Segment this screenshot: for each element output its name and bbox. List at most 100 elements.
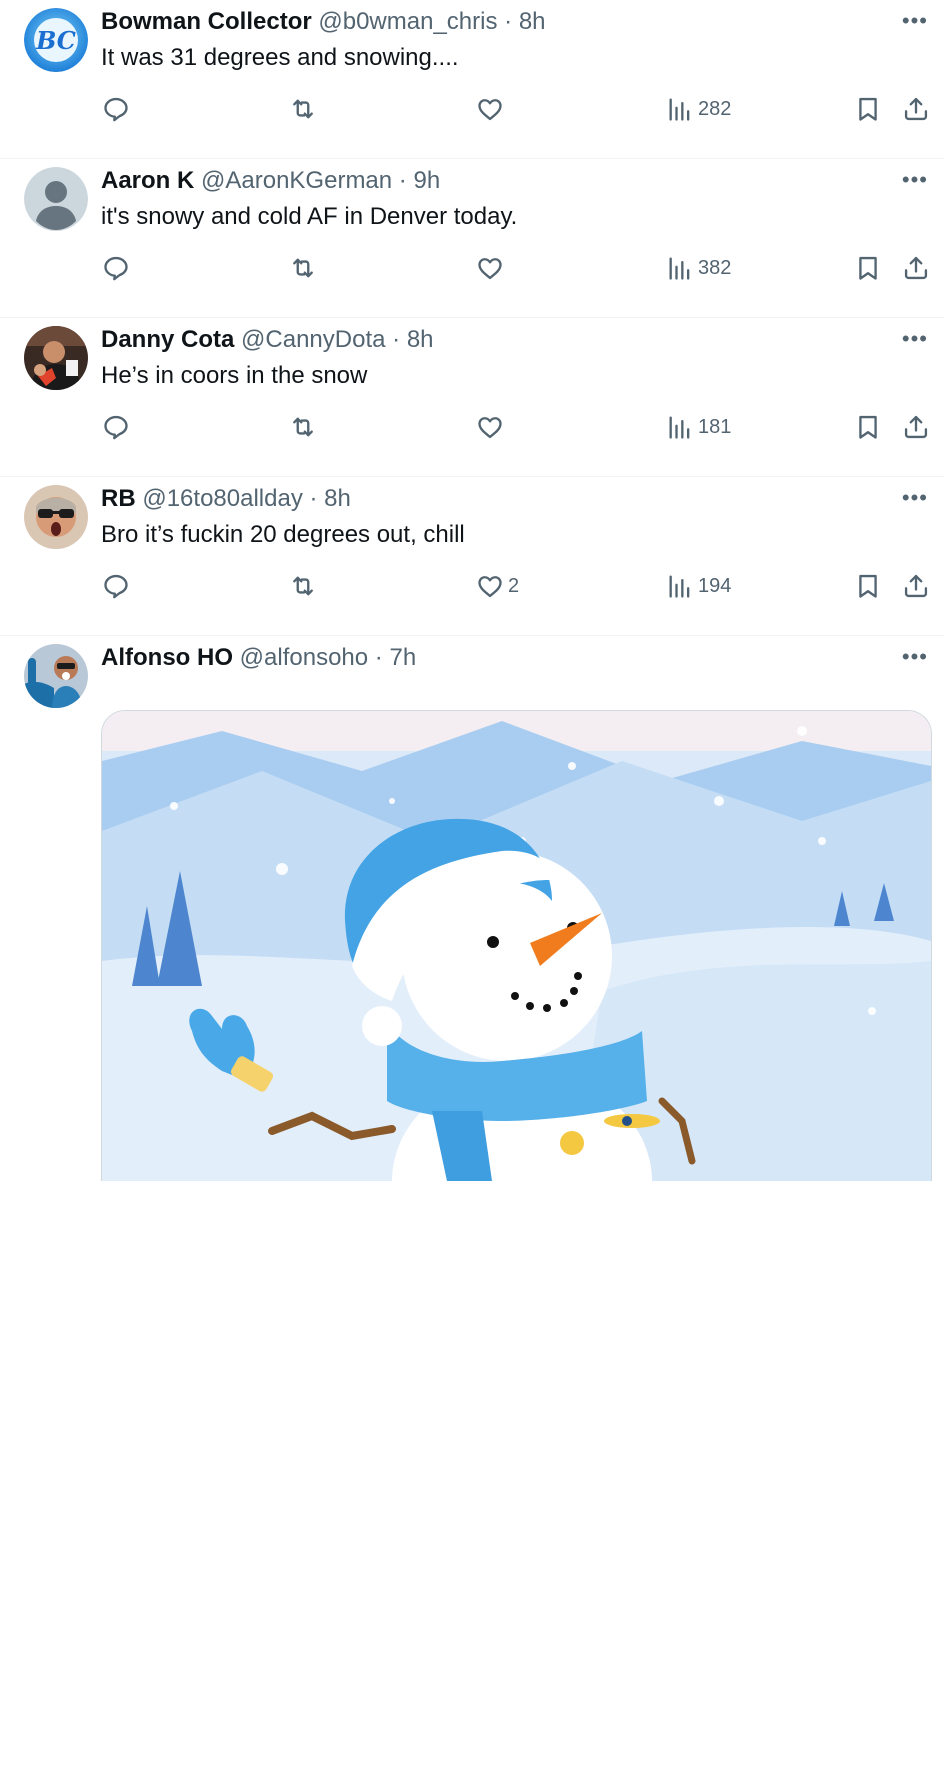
user-handle[interactable]: @AaronKGerman (201, 167, 392, 194)
more-icon[interactable]: ••• (902, 165, 928, 195)
view-count: 282 (698, 97, 732, 120)
tweet-text: Bro it’s fuckin 20 degrees out, chill (101, 521, 465, 548)
share-icon (904, 97, 928, 121)
separator-dot: · (309, 485, 318, 512)
timestamp[interactable]: 7h (389, 644, 416, 671)
tweet[interactable]: Danny Cota @CannyDota · 8h ••• He’s in c… (0, 318, 944, 477)
avatar[interactable] (24, 167, 88, 231)
display-name[interactable]: Aaron K (101, 167, 194, 194)
like-icon (478, 576, 502, 598)
views-icon (669, 257, 690, 280)
bookmark-button[interactable] (854, 559, 882, 613)
retweet-icon (293, 576, 313, 596)
like-icon (478, 258, 502, 280)
more-icon[interactable]: ••• (902, 6, 928, 36)
reply-button[interactable] (102, 400, 130, 454)
reply-icon (104, 415, 128, 440)
view-count: 181 (698, 415, 732, 438)
like-button[interactable] (476, 82, 508, 136)
like-button[interactable] (476, 400, 508, 454)
share-icon (904, 574, 928, 598)
display-name[interactable]: Danny Cota (101, 326, 234, 353)
separator-dot: · (398, 167, 407, 194)
timestamp[interactable]: 8h (407, 326, 434, 353)
more-icon[interactable]: ••• (902, 483, 928, 513)
view-count: 382 (698, 256, 732, 279)
separator-dot: · (504, 8, 513, 35)
more-icon[interactable]: ••• (902, 324, 928, 354)
tweet-header: Danny Cota @CannyDota · 8h (101, 324, 434, 356)
like-icon (478, 99, 502, 121)
avatar[interactable] (24, 485, 88, 549)
tweet-header: Aaron K @AaronKGerman · 9h (101, 165, 440, 197)
like-button[interactable] (476, 241, 508, 295)
views-button[interactable]: 194 (666, 559, 731, 613)
more-icon[interactable]: ••• (902, 642, 928, 672)
bookmark-button[interactable] (854, 400, 882, 454)
bookmark-button[interactable] (854, 241, 882, 295)
separator-dot: · (392, 326, 401, 353)
user-handle[interactable]: @16to80allday (142, 485, 302, 512)
share-icon (904, 415, 928, 439)
share-icon (904, 256, 928, 280)
bookmark-icon (859, 256, 877, 280)
bookmark-icon (859, 574, 877, 598)
timestamp[interactable]: 8h (324, 485, 351, 512)
views-icon (669, 416, 690, 439)
tweet-media-image[interactable] (101, 710, 932, 1181)
retweet-icon (293, 99, 313, 119)
reply-button[interactable] (102, 82, 130, 136)
views-button[interactable]: 181 (666, 400, 731, 454)
timestamp[interactable]: 9h (413, 167, 440, 194)
user-handle[interactable]: @CannyDota (241, 326, 385, 353)
share-button[interactable] (902, 82, 930, 136)
tweet[interactable]: Alfonso HO @alfonsoho · 7h ••• (0, 636, 944, 1786)
reply-button[interactable] (102, 241, 130, 295)
views-icon (669, 98, 690, 121)
share-button[interactable] (902, 400, 930, 454)
bookmark-icon (859, 97, 877, 121)
display-name[interactable]: Bowman Collector (101, 8, 312, 35)
tweet[interactable]: RB @16to80allday · 8h ••• Bro it’s fucki… (0, 477, 944, 636)
user-handle[interactable]: @b0wman_chris (318, 8, 497, 35)
timeline-feed: BC Bowman Collector @b0wman_chris · 8h •… (0, 0, 944, 1786)
share-button[interactable] (902, 241, 930, 295)
user-handle[interactable]: @alfonsoho (240, 644, 368, 671)
retweet-button[interactable] (289, 559, 317, 613)
tweet-header: Alfonso HO @alfonsoho · 7h (101, 642, 416, 674)
tweet-text: He’s in coors in the snow (101, 362, 368, 389)
action-bar: 181 (0, 400, 944, 454)
avatar[interactable]: BC (24, 8, 88, 72)
tweet-header: Bowman Collector @b0wman_chris · 8h (101, 6, 546, 38)
avatar[interactable] (24, 326, 88, 390)
reply-icon (104, 256, 128, 281)
separator-dot: · (374, 644, 383, 671)
tweet-text: it's snowy and cold AF in Denver today. (101, 203, 518, 230)
retweet-button[interactable] (289, 82, 317, 136)
tweet[interactable]: BC Bowman Collector @b0wman_chris · 8h •… (0, 0, 944, 159)
action-bar: 2 194 (0, 559, 944, 613)
like-icon (478, 417, 502, 439)
reply-icon (104, 97, 128, 122)
retweet-button[interactable] (289, 400, 317, 454)
view-count: 194 (698, 574, 732, 597)
like-button[interactable]: 2 (476, 559, 519, 613)
tweet-header: RB @16to80allday · 8h (101, 483, 351, 515)
timestamp[interactable]: 8h (519, 8, 546, 35)
avatar-logo-text: BC (35, 26, 76, 55)
display-name[interactable]: RB (101, 485, 136, 512)
share-button[interactable] (902, 559, 930, 613)
bookmark-button[interactable] (854, 82, 882, 136)
reply-icon (104, 574, 128, 599)
tweet[interactable]: Aaron K @AaronKGerman · 9h ••• it's snow… (0, 159, 944, 318)
like-count: 2 (508, 574, 520, 597)
reply-button[interactable] (102, 559, 130, 613)
views-button[interactable]: 382 (666, 241, 731, 295)
retweet-button[interactable] (289, 241, 317, 295)
tweet-text: It was 31 degrees and snowing.... (101, 44, 459, 71)
action-bar: 382 (0, 241, 944, 295)
views-button[interactable]: 282 (666, 82, 731, 136)
avatar[interactable] (24, 644, 88, 708)
display-name[interactable]: Alfonso HO (101, 644, 233, 671)
retweet-icon (293, 258, 313, 278)
